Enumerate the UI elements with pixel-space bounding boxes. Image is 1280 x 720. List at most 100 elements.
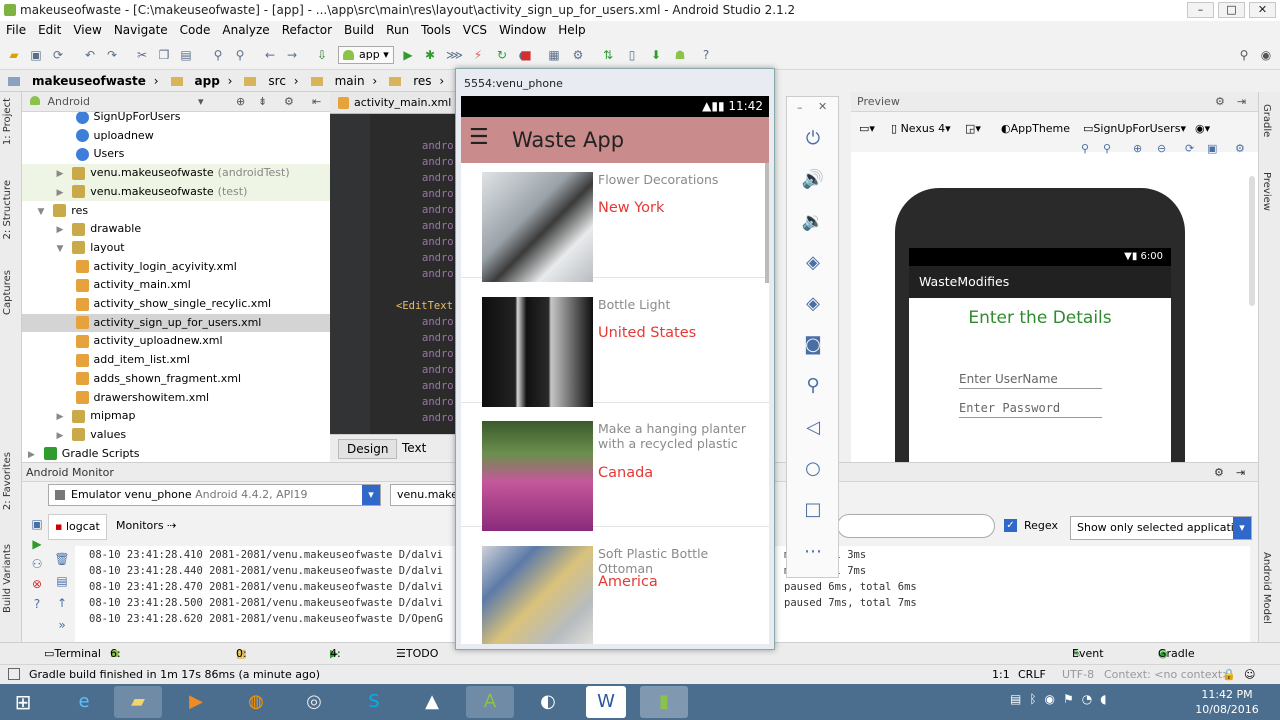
tab-gradle[interactable]: Gradle <box>1261 104 1272 137</box>
minimize-icon[interactable]: – <box>797 101 803 114</box>
tree-item[interactable]: adds_shown_fragment.xml <box>22 370 330 389</box>
tree-item[interactable]: drawershowitem.xml <box>22 389 330 408</box>
scroll-end-icon[interactable]: ▤ <box>52 570 72 592</box>
gear-icon[interactable]: ⚙ <box>1215 92 1225 112</box>
collapse-arrow-icon[interactable]: ▶ <box>57 431 67 441</box>
apply-changes-icon[interactable]: ⚡ <box>470 47 486 63</box>
explorer-icon[interactable]: ▰ <box>114 686 162 718</box>
zoom-icon[interactable]: ⚲ <box>801 374 825 398</box>
tree-item[interactable]: Users <box>22 145 330 164</box>
zoom-out-icon[interactable]: ⊖ <box>1157 142 1166 155</box>
tab-preview[interactable]: Preview <box>1261 172 1272 211</box>
lock-icon[interactable]: 🔒 <box>1222 665 1236 685</box>
process-select[interactable]: venu.make <box>390 484 460 506</box>
tree-item[interactable]: ▼ res <box>22 202 330 221</box>
rerun-icon[interactable]: ↻ <box>494 47 510 63</box>
hide-icon[interactable]: ⇥ <box>1237 92 1246 112</box>
list-scrollbar[interactable] <box>765 163 769 283</box>
hector-icon[interactable]: ☺ <box>1244 665 1255 685</box>
tab-design[interactable]: Design <box>338 439 398 459</box>
layout-variants-icon[interactable]: ▭▾ <box>859 122 875 135</box>
minimize-button[interactable]: – <box>1187 2 1214 18</box>
camera-icon[interactable]: ◙ <box>801 333 825 357</box>
bluetooth-icon[interactable]: ᛒ <box>1029 692 1044 706</box>
help-icon[interactable]: ? <box>26 594 48 614</box>
tree-item[interactable]: activity_show_single_recylic.xml <box>22 295 330 314</box>
gear-icon[interactable]: ⚙ <box>284 92 294 112</box>
hide-icon[interactable]: ⇥ <box>1236 463 1245 483</box>
breadcrumb-item[interactable]: app › <box>163 70 237 92</box>
media-player-icon[interactable]: ▶ <box>172 686 220 718</box>
sdk-manager-icon[interactable]: ⬇ <box>648 47 664 63</box>
back-icon[interactable]: ← <box>262 47 278 63</box>
tab-todo[interactable]: ☰ TODO <box>396 643 438 665</box>
rotate-left-icon[interactable]: ◈ <box>801 251 825 275</box>
close-icon[interactable]: ✕ <box>818 100 827 113</box>
search-everywhere-icon[interactable]: ⚲ <box>1236 47 1252 63</box>
menu-vcs[interactable]: VCS <box>457 21 493 40</box>
firefox-icon[interactable]: ◍ <box>232 686 280 718</box>
log-search-input[interactable] <box>837 514 995 538</box>
breadcrumb-item[interactable]: src › <box>236 70 302 92</box>
redo-icon[interactable]: ↷ <box>104 47 120 63</box>
menu-run[interactable]: Run <box>380 21 415 40</box>
gear-icon[interactable]: ⚙ <box>1214 463 1224 483</box>
volume-down-icon[interactable]: 🔉 <box>801 210 825 234</box>
tab-activity-main[interactable]: activity_main.xml <box>354 96 451 109</box>
paste-icon[interactable]: ▤ <box>178 47 194 63</box>
run-icon[interactable]: ▶ <box>400 47 416 63</box>
save-icon[interactable]: ▣ <box>28 47 44 63</box>
line-separator[interactable]: CRLF <box>1018 665 1046 685</box>
breadcrumb-item[interactable]: res › <box>381 70 448 92</box>
menu-edit[interactable]: Edit <box>32 21 67 40</box>
maximize-button[interactable]: □ <box>1218 2 1245 18</box>
list-item[interactable]: Flower Decorations New York <box>461 154 769 282</box>
tab-structure[interactable]: 2: Structure <box>2 180 13 239</box>
stop-icon[interactable]: ■ <box>518 47 534 63</box>
caret-position[interactable]: 1:1 <box>992 665 1010 685</box>
volume-icon[interactable]: ◖ <box>1100 692 1114 706</box>
menu-help[interactable]: Help <box>552 21 591 40</box>
menu-file[interactable]: File <box>0 21 32 40</box>
locale-icon[interactable]: ◉▾ <box>1195 122 1210 135</box>
start-button[interactable]: ⊞ <box>2 686 44 718</box>
hamburger-menu-icon[interactable]: ☰ <box>469 125 489 150</box>
flag-icon[interactable]: ⚑ <box>1063 692 1082 706</box>
expand-arrow-icon[interactable]: ▼ <box>57 244 67 254</box>
tab-terminal[interactable]: ▭ Terminal <box>44 643 101 665</box>
tab-text[interactable]: Text <box>394 439 434 457</box>
rotate-right-icon[interactable]: ◈ <box>801 292 825 316</box>
undo-icon[interactable]: ↶ <box>82 47 98 63</box>
tab-monitors[interactable]: Monitors ⇢ <box>110 514 182 538</box>
menu-navigate[interactable]: Navigate <box>108 21 174 40</box>
phone-screen[interactable]: ▲▮▮ 11:42 ☰ Waste App Flower Decorations… <box>461 96 769 644</box>
more-options-icon[interactable]: ⋯ <box>801 540 825 564</box>
skype-icon[interactable]: S <box>350 686 398 718</box>
orientation-icon[interactable]: ◲▾ <box>965 122 981 135</box>
menu-tools[interactable]: Tools <box>415 21 457 40</box>
record-icon[interactable]: ▶ <box>26 534 48 554</box>
system-info-icon[interactable]: ⚇ <box>26 554 48 574</box>
scroll-from-source-icon[interactable]: ⇟ <box>258 92 267 112</box>
obs-icon[interactable]: ◐ <box>524 686 572 718</box>
tree-item[interactable]: ▼ layout <box>22 239 330 258</box>
android-studio-icon[interactable]: A <box>466 686 514 718</box>
list-item[interactable]: Soft Plastic Bottle Ottoman America <box>461 528 769 644</box>
refresh-icon[interactable]: ⟳ <box>1185 142 1194 155</box>
tree-item[interactable]: activity_login_acyivity.xml <box>22 258 330 277</box>
android-device-monitor-icon[interactable]: ☗ <box>672 47 688 63</box>
help-icon[interactable]: ? <box>698 47 714 63</box>
word-icon[interactable]: W <box>586 686 626 718</box>
back-icon[interactable]: ◁ <box>801 416 825 440</box>
overview-icon[interactable]: □ <box>801 498 825 522</box>
tree-item[interactable]: activity_uploadnew.xml <box>22 332 330 351</box>
network-icon[interactable]: ▤ <box>1010 692 1029 706</box>
menu-window[interactable]: Window <box>493 21 552 40</box>
debug-icon[interactable]: ✱ <box>422 47 438 63</box>
tree-item[interactable]: uploadnew <box>22 127 330 146</box>
tab-captures[interactable]: Captures <box>2 270 13 315</box>
menu-build[interactable]: Build <box>338 21 380 40</box>
chevron-down-icon[interactable]: ▾ <box>362 485 380 505</box>
settings-icon[interactable]: ⚙ <box>570 47 586 63</box>
attach-debugger-icon[interactable]: ⋙ <box>446 47 463 63</box>
